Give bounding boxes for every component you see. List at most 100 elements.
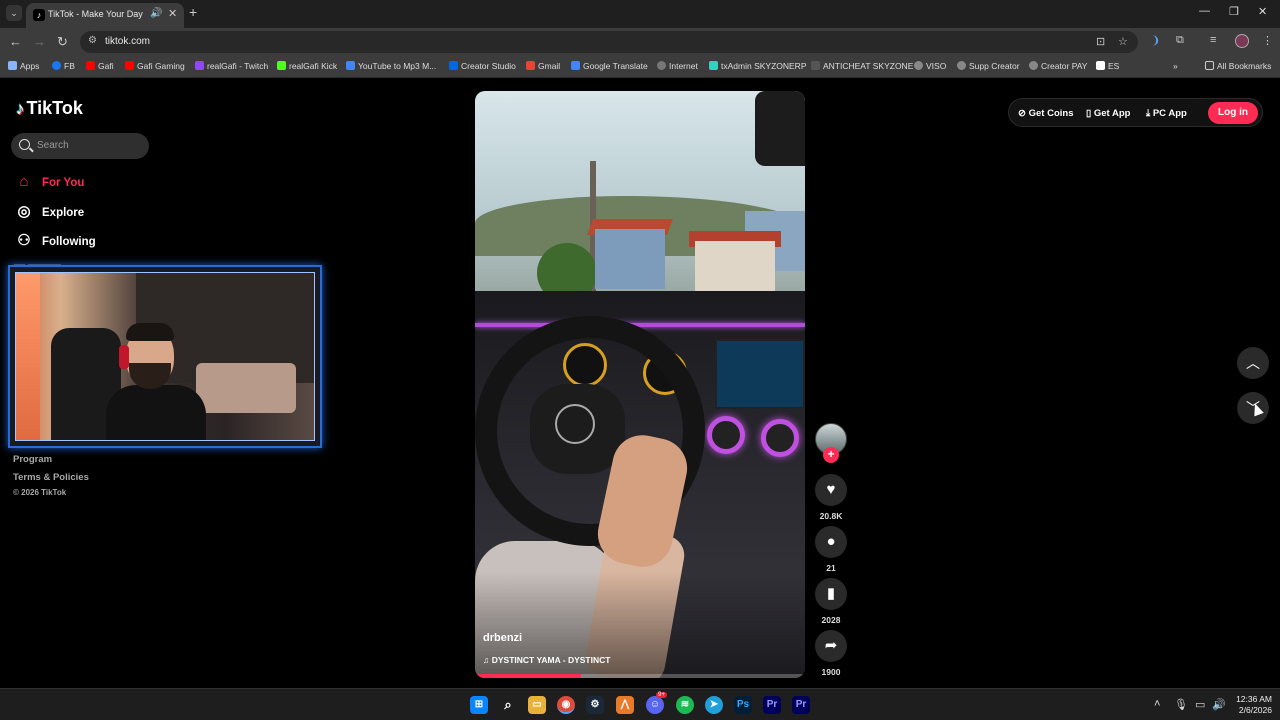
video-player[interactable]: drbenzi ♫ DYSTINCT YAMA - DYSTINCT [475,91,805,678]
microphone-icon[interactable]: 🎙 [1174,698,1188,711]
windows-taskbar: ⊞ ⌕ ▭ ◉ ⚙ ⋀ ☺ 9+ ≋ ➤ Ps Pr Pr ˄ 🎙 ▭ 🔊 12… [0,688,1280,720]
discord-badge: 9+ [656,692,667,698]
bookmark-fb[interactable]: FB [52,61,75,71]
comment-button[interactable]: ● [815,526,847,558]
start-windows-icon[interactable]: ⊞ [470,696,488,714]
bookmark-label: ANTICHEAT SKYZONE [823,61,914,71]
nav-explore[interactable]: ◎ Explore [14,202,84,222]
bookmark-internet[interactable]: Internet [657,61,698,71]
speaker-icon[interactable]: 🔊 [150,8,162,19]
premiere-icon[interactable]: Pr [763,696,781,714]
video-progress-bar[interactable] [475,674,805,678]
bookmark-creator-pay[interactable]: Creator PAY [1029,61,1087,71]
forward-arrow-icon[interactable]: → [33,34,46,49]
app-icon[interactable]: ⋀ [616,696,634,714]
search-icon[interactable]: ⌕ [499,696,517,714]
bookmark-kick[interactable]: realGafi Kick [277,61,337,71]
tab-search-button[interactable]: ⌄ [6,5,22,21]
like-button[interactable]: ♥ [815,474,847,506]
minimize-button[interactable]: — [1199,5,1210,17]
reload-icon[interactable]: ↻ [57,34,68,50]
window-close-button[interactable]: ✕ [1258,5,1267,18]
search-placeholder: Search [37,140,69,151]
follow-plus-icon[interactable]: + [823,447,839,463]
footer-terms[interactable]: Terms & Policies [13,472,89,483]
bookmark-gafi[interactable]: Gafi [86,61,114,71]
bookmark-label: Creator PAY [1041,61,1088,71]
chevron-up-icon: ︿ [1246,355,1260,371]
bookmark-viso[interactable]: VISO [914,61,946,71]
share-count: 1900 [821,667,841,677]
video-author[interactable]: drbenzi [483,632,522,644]
discord-icon[interactable]: ☺ [646,696,664,714]
bookmark-apps[interactable]: Apps [8,61,39,71]
folder-icon [1205,61,1214,70]
restore-button[interactable]: ❐ [1229,5,1239,18]
address-bar[interactable]: ⚙ tiktok.com ⊡ ☆ [80,31,1138,53]
login-button[interactable]: Log in [1208,102,1258,124]
get-coins-button[interactable]: ⊘ Get Coins [1018,108,1073,119]
extension-icon[interactable]: ❩ [1151,34,1160,47]
bookmark-gafi-gaming[interactable]: Gafi Gaming [125,61,185,71]
nav-label: Following [42,236,96,248]
telegram-icon[interactable]: ➤ [705,696,723,714]
bookmark-anticheat[interactable]: ANTICHEAT SKYZONE [811,61,913,71]
comment-count: 21 [826,563,836,573]
search-input[interactable]: Search [11,133,149,159]
tray-overflow-icon[interactable]: ˄ [1154,698,1160,710]
install-app-icon[interactable]: ⊡ [1096,35,1105,48]
new-tab-button[interactable]: + [189,4,197,20]
bookmarks-overflow-icon[interactable]: » [1173,61,1178,71]
get-app-button[interactable]: ▯ Get App [1086,108,1130,119]
bookmark-translate[interactable]: Google Translate [571,61,648,71]
nav-label: For You [42,177,85,189]
photoshop-icon[interactable]: Ps [734,696,752,714]
like-count: 20.8K [819,511,843,521]
volume-icon[interactable]: 🔊 [1212,698,1226,711]
browser-tab[interactable]: ♪ TikTok - Make Your Day 🔊 ✕ [26,3,184,28]
chrome-icon[interactable]: ◉ [557,696,575,714]
premiere-icon-2[interactable]: Pr [792,696,810,714]
kick-icon [277,61,286,70]
extensions-puzzle-icon[interactable]: ⧉ [1176,34,1184,47]
bookmark-supp-creator[interactable]: Supp Creator [957,61,1020,71]
bookmarks-bar: Apps FB Gafi Gafi Gaming realGafi - Twit… [0,56,1280,78]
profile-avatar[interactable] [1235,34,1249,48]
previous-video-button[interactable]: ︿ [1237,347,1269,379]
txadmin-icon [709,61,718,70]
bookmark-star-icon[interactable]: ☆ [1118,35,1128,48]
file-explorer-icon[interactable]: ▭ [528,696,546,714]
back-arrow-icon[interactable]: ← [9,34,22,49]
video-music[interactable]: ♫ DYSTINCT YAMA - DYSTINCT [483,655,610,665]
bookmark-txadmin[interactable]: txAdmin SKYZONERP [709,61,807,71]
music-note-icon: ♫ [483,655,492,665]
nav-for-you[interactable]: ⌂ For You [14,173,84,193]
bookmark-yt-mp3[interactable]: YouTube to Mp3 M... [346,61,436,71]
all-bookmarks[interactable]: All Bookmarks [1205,61,1271,71]
footer-program[interactable]: Program [13,454,52,465]
pc-app-button[interactable]: ⤓ PC App [1146,108,1187,119]
bookmark-es[interactable]: ES [1096,61,1119,71]
site-info-icon[interactable]: ⚙ [88,35,97,46]
bookmark-label: All Bookmarks [1217,61,1272,71]
bookmark-creator-studio[interactable]: Creator Studio [449,61,516,71]
share-button[interactable]: ➦ [815,630,847,662]
video-vent [707,416,745,454]
bookmark-twitch[interactable]: realGafi - Twitch [195,61,268,71]
tab-close-icon[interactable]: ✕ [168,7,177,20]
bookmark-icon: ▮ [826,585,836,602]
tiktok-logo[interactable]: ♪ TikTok [16,98,83,119]
nav-following[interactable]: ⚇ Following [14,231,96,251]
chrome-menu-icon[interactable]: ⋮ [1262,34,1273,47]
meta-icon [449,61,458,70]
bookmark-gmail[interactable]: Gmail [526,61,560,71]
media-control-icon[interactable]: ≡ [1210,34,1216,46]
system-clock[interactable]: 12:36 AM 2/6/2026 [1228,694,1272,716]
display-icon[interactable]: ▭ [1195,698,1205,711]
tab-title: TikTok - Make Your Day [48,9,143,19]
save-button[interactable]: ▮ [815,578,847,610]
steam-icon[interactable]: ⚙ [586,696,604,714]
bookmark-label: Internet [669,61,698,71]
spotify-icon[interactable]: ≋ [676,696,694,714]
twitch-icon [195,61,204,70]
